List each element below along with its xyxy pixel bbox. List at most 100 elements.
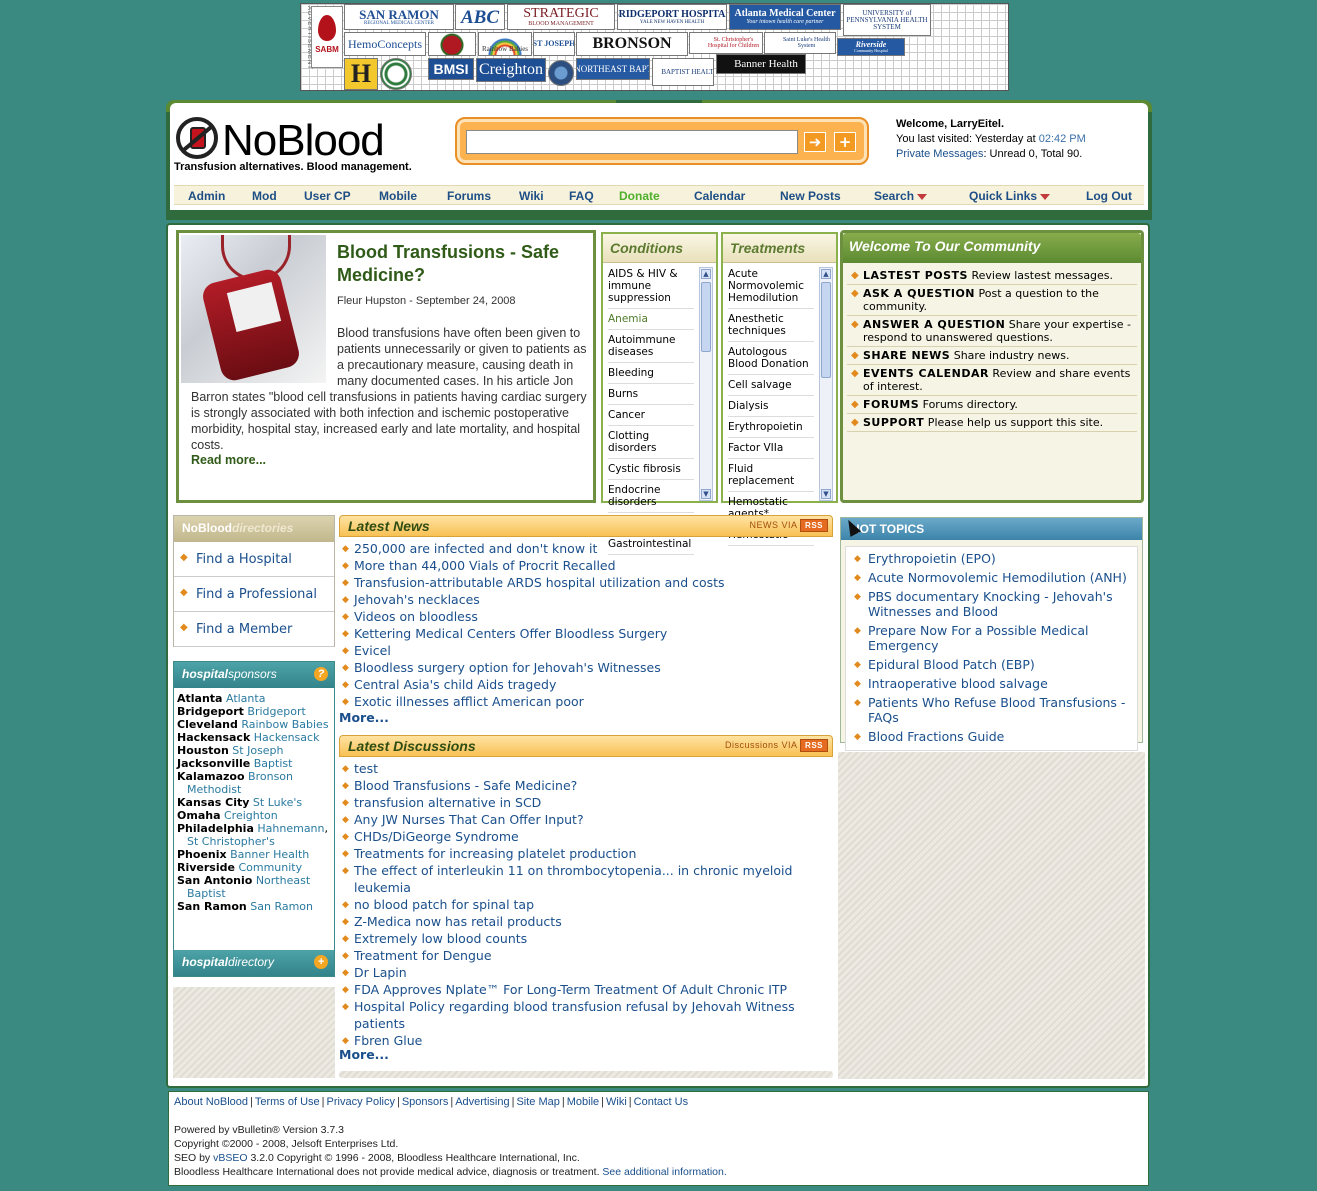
- news-item[interactable]: ◆ Videos on bloodless: [342, 608, 832, 625]
- discussions-item[interactable]: ◆ Z-Medica now has retail products: [342, 913, 832, 930]
- sponsor-hospital-link[interactable]: St Luke's: [253, 796, 302, 809]
- conditions-item[interactable]: Bleeding: [608, 366, 694, 384]
- conditions-item[interactable]: Burns: [608, 387, 694, 405]
- nav-admin[interactable]: Admin: [188, 189, 225, 203]
- conditions-item[interactable]: Cystic fibrosis: [608, 462, 694, 480]
- news-item[interactable]: ◆ Exotic illnesses afflict American poor: [342, 693, 832, 710]
- footer-link[interactable]: About NoBlood: [174, 1096, 248, 1108]
- nav-new-posts[interactable]: New Posts: [780, 189, 841, 203]
- sponsor-hospital-link[interactable]: Hahnemann: [257, 822, 324, 835]
- ad-logo-hemoconcepts[interactable]: HemoConcepts: [344, 32, 426, 56]
- footer-link[interactable]: Contact Us: [634, 1096, 688, 1108]
- footer-link[interactable]: Wiki: [606, 1096, 627, 1108]
- scroll-up-icon[interactable]: ▲: [701, 269, 711, 279]
- hot-topics-item[interactable]: ◆ Prepare Now For a Possible Medical Emer…: [846, 622, 1137, 655]
- footer-link[interactable]: Terms of Use: [255, 1096, 320, 1108]
- search-input[interactable]: [466, 130, 798, 154]
- hot-topics-item[interactable]: ◆ Blood Fractions Guide: [846, 728, 1137, 746]
- discussions-item[interactable]: ◆ Blood Transfusions - Safe Medicine?: [342, 777, 832, 794]
- discussions-item[interactable]: ◆ Hospital Policy regarding blood transfu…: [342, 998, 832, 1032]
- conditions-item[interactable]: Anemia: [608, 312, 694, 330]
- hot-topics-item[interactable]: ◆ Acute Normovolemic Hemodilution (ANH): [846, 569, 1137, 587]
- news-item[interactable]: ◆ Evicel: [342, 642, 832, 659]
- community-item[interactable]: ◆ ASK A QUESTION Post a question to the c…: [847, 285, 1137, 316]
- nav-search[interactable]: Search: [874, 189, 928, 203]
- community-item[interactable]: ◆ LASTEST POSTS Review lastest messages.: [847, 267, 1137, 285]
- community-item[interactable]: ◆ SHARE NEWS Share industry news.: [847, 347, 1137, 365]
- hot-topics-item[interactable]: ◆ Epidural Blood Patch (EBP): [846, 656, 1137, 674]
- discussions-item[interactable]: ◆ FDA Approves Nplate™ For Long-Term Trea…: [342, 981, 832, 998]
- sponsor-hospital-link[interactable]: Banner Health: [230, 848, 309, 861]
- help-icon[interactable]: ?: [314, 667, 328, 681]
- treatments-scrollbar[interactable]: ▲ ▼: [819, 267, 833, 501]
- treatments-item[interactable]: Autologous Blood Donation: [728, 345, 814, 375]
- discussions-item[interactable]: ◆ test: [342, 760, 832, 777]
- rss-icon[interactable]: RSS: [800, 519, 828, 532]
- ad-logo-rainbow-babies[interactable]: Rainbow Babies: [478, 32, 532, 56]
- sponsor-hospital-link[interactable]: Rainbow Babies: [241, 718, 328, 731]
- conditions-scrollbar[interactable]: ▲ ▼: [699, 267, 713, 501]
- directory-link[interactable]: ◆ Find a Hospital: [174, 542, 334, 577]
- news-item[interactable]: ◆ Kettering Medical Centers Offer Bloodle…: [342, 625, 832, 642]
- ad-logo-baptist-health[interactable]: BAPTIST HEALTH: [652, 58, 714, 86]
- footer-link[interactable]: Site Map: [516, 1096, 559, 1108]
- additional-info-link[interactable]: See additional information.: [602, 1166, 726, 1178]
- news-item[interactable]: ◆ Bloodless surgery option for Jehovah's …: [342, 659, 832, 676]
- sponsor-hospital-link[interactable]: Hackensack: [254, 731, 320, 744]
- treatments-item[interactable]: Cell salvage: [728, 378, 814, 396]
- nav-quick-links[interactable]: Quick Links: [969, 189, 1051, 203]
- treatments-item[interactable]: Acute Normovolemic Hemodilution: [728, 267, 814, 309]
- scroll-up-icon[interactable]: ▲: [821, 269, 831, 279]
- nav-donate[interactable]: Donate: [619, 189, 660, 203]
- discussions-item[interactable]: ◆ transfusion alternative in SCD: [342, 794, 832, 811]
- ad-logo-penn[interactable]: UNIVERSITY of PENNSYLVANIA HEALTH SYSTEM: [843, 4, 931, 36]
- community-item[interactable]: ◆ FORUMS Forums directory.: [847, 396, 1137, 414]
- sponsor-hospital-link[interactable]: St Joseph: [232, 744, 283, 757]
- scroll-down-icon[interactable]: ▼: [821, 489, 831, 499]
- conditions-item[interactable]: Autoimmune diseases: [608, 333, 694, 363]
- hot-topics-item[interactable]: ◆ Erythropoietin (EPO): [846, 550, 1137, 568]
- ad-logo-strategic[interactable]: STRATEGIC BLOOD MANAGEMENT: [507, 4, 615, 30]
- community-item[interactable]: ◆ ANSWER A QUESTION Share your expertise …: [847, 316, 1137, 347]
- ad-logo-h[interactable]: H: [344, 58, 378, 90]
- discussions-more-link[interactable]: More...: [339, 1047, 389, 1062]
- directory-link[interactable]: ◆ Find a Professional: [174, 577, 334, 612]
- discussions-item[interactable]: ◆ no blood patch for spinal tap: [342, 896, 832, 913]
- nav-faq[interactable]: FAQ: [569, 189, 594, 203]
- ad-logo-rose[interactable]: [428, 32, 476, 56]
- read-more-link[interactable]: Read more...: [191, 453, 266, 467]
- treatments-item[interactable]: Factor VIIa: [728, 441, 814, 459]
- treatments-item[interactable]: Dialysis: [728, 399, 814, 417]
- directory-link[interactable]: ◆ Find a Member: [174, 612, 334, 647]
- conditions-item[interactable]: AIDS & HIV & immune suppression: [608, 267, 694, 309]
- news-item[interactable]: ◆ More than 44,000 Vials of Procrit Recal…: [342, 557, 832, 574]
- discussions-item[interactable]: ◆ Treatment for Dengue: [342, 947, 832, 964]
- sponsor-hospital-link[interactable]: Atlanta: [226, 692, 265, 705]
- footer-link[interactable]: Advertising: [455, 1096, 509, 1108]
- ad-logo-st-joseph[interactable]: ST JOSEPH: [533, 32, 575, 56]
- community-item[interactable]: ◆ EVENTS CALENDAR Review and share events…: [847, 365, 1137, 396]
- nav-mobile[interactable]: Mobile: [379, 189, 417, 203]
- hot-topics-item[interactable]: ◆ PBS documentary Knocking - Jehovah's Wi…: [846, 588, 1137, 621]
- search-plus-button[interactable]: +: [834, 132, 856, 152]
- discussions-item[interactable]: ◆ Dr Lapin: [342, 964, 832, 981]
- conditions-item[interactable]: Cancer: [608, 408, 694, 426]
- ad-logo-northeast-baptist[interactable]: NORTHEAST BAPTIST: [576, 58, 650, 80]
- nav-log-out[interactable]: Log Out: [1086, 189, 1132, 203]
- discussions-item[interactable]: ◆ Fbren Glue: [342, 1032, 832, 1049]
- conditions-item[interactable]: Endocrine disorders: [608, 483, 694, 513]
- ad-logo-abc[interactable]: ABC: [455, 4, 505, 30]
- ad-logo-san-ramon[interactable]: SAN RAMON REGIONAL MEDICAL CENTER: [344, 4, 454, 30]
- sponsor-hospital-link[interactable]: Community: [238, 861, 302, 874]
- news-item[interactable]: ◆ Jehovah's necklaces: [342, 591, 832, 608]
- conditions-item[interactable]: Clotting disorders: [608, 429, 694, 459]
- ad-logo-seal[interactable]: [548, 60, 574, 86]
- scroll-down-icon[interactable]: ▼: [701, 489, 711, 499]
- sponsor-hospital-link[interactable]: San Ramon: [250, 900, 313, 913]
- advertisement-banner[interactable]: ADVERTISEMENT SABM SAN RAMON REGIONAL MED…: [300, 3, 1009, 91]
- discussions-item[interactable]: ◆ The effect of interleukin 11 on thrombo…: [342, 862, 832, 896]
- ad-logo-bridgeport[interactable]: BRIDGEPORT HOSPITAL YALE NEW HAVEN HEALTH: [617, 4, 727, 30]
- ad-logo-banner-health[interactable]: Banner Health: [716, 54, 806, 74]
- nav-user-cp[interactable]: User CP: [304, 189, 351, 203]
- vbseo-link[interactable]: vBSEO: [213, 1152, 247, 1164]
